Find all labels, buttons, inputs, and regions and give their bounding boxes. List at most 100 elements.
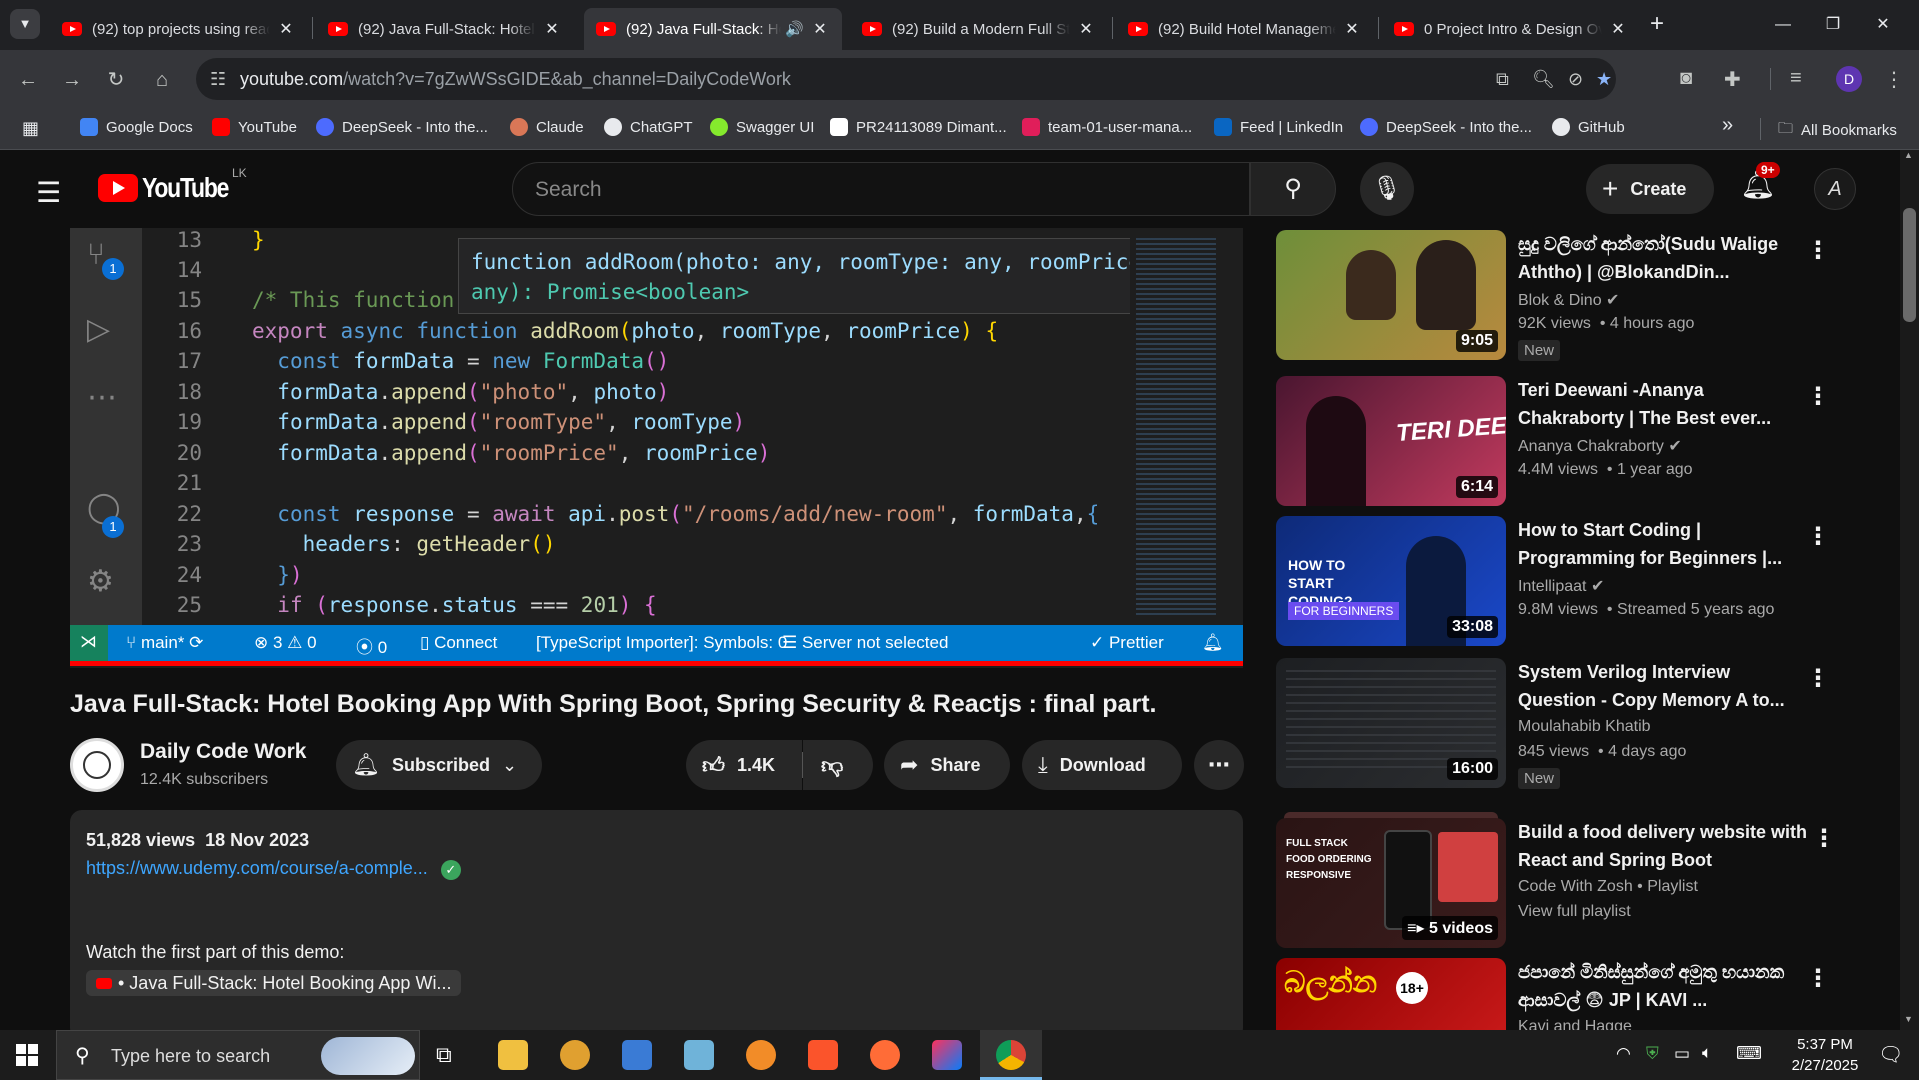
close-icon[interactable]: ✕ — [1342, 19, 1362, 39]
profile-avatar[interactable]: D — [1836, 66, 1862, 92]
bookmark-item[interactable]: Google Docs — [80, 118, 193, 136]
bookmark-item[interactable]: ChatGPT — [604, 118, 693, 136]
restore-button[interactable]: ❐ — [1810, 10, 1856, 40]
intellij-icon[interactable] — [932, 1040, 962, 1070]
youtube-logo[interactable]: YouTube LK — [98, 166, 247, 204]
camera-icon[interactable]: ◙ — [1680, 67, 1692, 90]
browser-tab[interactable]: 0 Project Intro & Design Overview ✕ — [1382, 8, 1640, 50]
security-icon[interactable]: ⛨ — [1646, 1044, 1659, 1064]
bookmark-item[interactable]: YouTube — [212, 118, 297, 136]
close-icon[interactable]: ✕ — [276, 19, 296, 39]
close-icon[interactable]: ✕ — [1076, 19, 1096, 39]
recommendation-item[interactable]: TERI DEEWANI 6:14 Teri Deewani -Ananya C… — [1276, 376, 1876, 511]
more-vert-icon[interactable]: ⋮ — [1806, 522, 1830, 551]
dislike-button[interactable]: 👎︎ — [803, 740, 873, 790]
video-thumbnail[interactable]: HOW TO START CODING? FOR BEGINNERS 33:08 — [1276, 516, 1506, 646]
scrollbar-thumb[interactable] — [1903, 208, 1916, 322]
minimize-button[interactable]: — — [1760, 10, 1806, 40]
speaker-icon[interactable]: 🔊 — [785, 20, 804, 38]
keyboard-icon[interactable]: ⌨ — [1736, 1043, 1762, 1064]
channel-avatar[interactable] — [70, 738, 124, 792]
user-avatar[interactable]: A — [1814, 168, 1856, 210]
close-icon[interactable]: ✕ — [542, 19, 562, 39]
new-tab-button[interactable]: + — [1650, 10, 1664, 38]
bookmark-item[interactable]: PR24113089 Dimant... — [830, 118, 1007, 136]
reload-button[interactable]: ↻ — [100, 64, 132, 96]
window-close-button[interactable]: ✕ — [1860, 10, 1906, 40]
more-vert-icon[interactable]: ⋮ — [1884, 67, 1904, 92]
video-thumbnail[interactable]: TERI DEEWANI 6:14 — [1276, 376, 1506, 506]
more-vert-icon[interactable]: ⋮ — [1806, 964, 1830, 993]
app-icon[interactable] — [560, 1040, 590, 1070]
notifications-button[interactable]: 🔔︎ 9+ — [1740, 162, 1780, 201]
virtualbox-icon[interactable] — [622, 1040, 652, 1070]
browser-tab[interactable]: (92) Java Full-Stack: Hotel Booking ✕ — [316, 8, 574, 50]
download-button[interactable]: ⤓ Download — [1022, 740, 1182, 790]
tracking-protection-icon[interactable]: ⊘ — [1568, 69, 1583, 90]
more-vert-icon[interactable]: ⋮ — [1806, 382, 1830, 411]
video-thumbnail[interactable]: බලන්න 18+ — [1276, 958, 1506, 1030]
forward-button[interactable]: → — [56, 64, 88, 96]
close-icon[interactable]: ✕ — [1608, 19, 1628, 39]
site-info-icon[interactable]: ☷ — [210, 69, 226, 90]
page-scrollbar[interactable]: ▲ ▼ — [1900, 150, 1919, 1030]
bookmark-item[interactable]: Claude — [510, 118, 584, 136]
scroll-up-icon[interactable]: ▲ — [1904, 150, 1913, 160]
all-bookmarks-button[interactable]: 🗀 All Bookmarks — [1778, 118, 1897, 143]
voice-search-button[interactable]: 🎙︎ — [1360, 162, 1414, 216]
browser-tab[interactable]: (92) Build a Modern Full Stack ✕ — [850, 8, 1108, 50]
search-button[interactable]: ⚲ — [1250, 162, 1336, 216]
playlist-thumbnail[interactable]: FULL STACK FOOD ORDERING RESPONSIVE ≡▸ 5… — [1276, 818, 1506, 948]
taskbar-search-input[interactable]: ⚲ Type here to search — [56, 1030, 420, 1080]
home-button[interactable]: ⌂ — [146, 64, 178, 96]
task-view-icon[interactable]: ⧉ — [436, 1042, 452, 1068]
channel-name[interactable]: Daily Code Work — [140, 740, 306, 764]
recommendation-item[interactable]: 9:05 සුදු වලිගේ ආන්තෝ(Sudu Walige Aththo… — [1276, 230, 1876, 365]
browser-tab[interactable]: (92) Build Hotel Management ✕ — [1116, 8, 1374, 50]
video-player[interactable]: ⑂ 1 ▷ ⋯ ◯ 1 ⚙ 13 14 15 16 17 18 19 20 21… — [70, 228, 1243, 668]
close-icon[interactable]: ✕ — [810, 19, 830, 39]
recommendation-item[interactable]: HOW TO START CODING? FOR BEGINNERS 33:08… — [1276, 516, 1876, 651]
menu-button[interactable]: ☰ — [36, 176, 61, 209]
view-full-playlist-link[interactable]: View full playlist — [1518, 903, 1631, 921]
wifi-icon[interactable]: ◠ — [1616, 1044, 1631, 1064]
recommendation-item[interactable]: බලන්න 18+ ජපානේ මිනිස්සුන්ගේ අමුතු භයානක… — [1276, 958, 1876, 1030]
volume-icon[interactable]: 🔈︎ — [1702, 1043, 1712, 1063]
bookmark-item[interactable]: GitHub — [1552, 118, 1625, 136]
bookmark-item[interactable]: Swagger UI — [710, 118, 814, 136]
video-progress-bar[interactable] — [70, 661, 1243, 666]
udemy-link[interactable]: https://www.udemy.com/course/a-comple... — [86, 858, 428, 878]
browser-tab-active[interactable]: (92) Java Full-Stack: Hotel 🔊 ✕ — [584, 8, 842, 50]
app-icon[interactable] — [746, 1040, 776, 1070]
brave-icon[interactable] — [808, 1040, 838, 1070]
extensions-icon[interactable]: ✚ — [1724, 67, 1741, 92]
address-bar[interactable]: ☷ youtube.com/watch?v=7gZwWSsGIDE&ab_cha… — [196, 58, 1616, 100]
share-button[interactable]: ➦ Share — [884, 740, 1010, 790]
notepad-icon[interactable] — [684, 1040, 714, 1070]
zoom-icon[interactable]: 🔍︎ — [1532, 69, 1555, 90]
more-vert-icon[interactable]: ⋮ — [1812, 824, 1836, 853]
search-input[interactable]: Search — [512, 162, 1250, 216]
recommendation-item[interactable]: 16:00 System Verilog Interview Question … — [1276, 658, 1876, 793]
start-button[interactable] — [16, 1044, 38, 1066]
bookmarks-overflow-button[interactable]: » — [1722, 114, 1733, 137]
subscribed-button[interactable]: 🔔︎ Subscribed ⌄ — [336, 740, 542, 790]
open-in-app-icon[interactable]: ⧉ — [1496, 69, 1509, 90]
video-thumbnail[interactable]: 16:00 — [1276, 658, 1506, 788]
back-button[interactable]: ← — [12, 64, 44, 96]
bookmark-star-icon[interactable]: ★ — [1596, 69, 1612, 90]
linked-video-chip[interactable]: • Java Full-Stack: Hotel Booking App Wi.… — [86, 970, 462, 996]
video-description[interactable]: 51,828 views 18 Nov 2023 https://www.ude… — [70, 810, 1243, 1040]
chrome-taskbar-button-active[interactable] — [980, 1030, 1042, 1080]
more-vert-icon[interactable]: ⋮ — [1806, 236, 1830, 265]
battery-icon[interactable]: ▭ — [1674, 1044, 1690, 1064]
playlist-item[interactable]: FULL STACK FOOD ORDERING RESPONSIVE ≡▸ 5… — [1276, 812, 1876, 953]
browser-tab[interactable]: (92) top projects using react ✕ — [50, 8, 308, 50]
video-thumbnail[interactable]: 9:05 — [1276, 230, 1506, 360]
notifications-icon[interactable]: 🗨︎ — [1878, 1042, 1903, 1067]
apps-grid-icon[interactable]: ▦ — [22, 118, 39, 139]
bookmark-item[interactable]: DeepSeek - Into the... — [316, 118, 488, 136]
more-vert-icon[interactable]: ⋮ — [1806, 664, 1830, 693]
tab-search-button[interactable]: ▼ — [10, 9, 40, 39]
like-button[interactable]: 👍︎ 1.4K — [686, 740, 802, 790]
